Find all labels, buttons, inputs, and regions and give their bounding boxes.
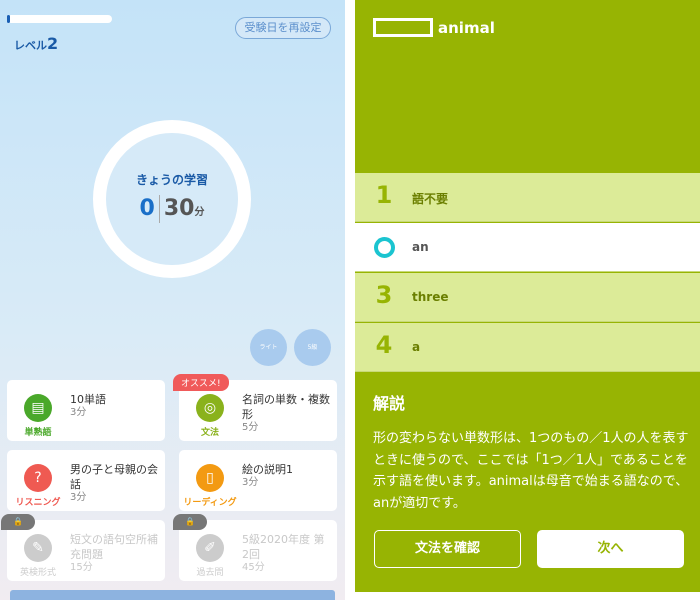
option-number: 4 xyxy=(375,331,393,359)
card-title: 男の子と母親の会話 xyxy=(70,463,158,491)
card-title: 絵の説明1 xyxy=(242,463,293,476)
book-icon: ▯ xyxy=(196,464,224,492)
study-card[interactable]: ▯ リーディング 絵の説明1 3分 xyxy=(179,450,337,511)
answer-blank xyxy=(373,18,433,37)
recommended-badge: オススメ! xyxy=(173,374,229,391)
divider xyxy=(158,195,160,223)
level-text: レベル xyxy=(14,39,47,52)
study-card[interactable]: オススメ! ◎ 文法 名詞の単数・複数形 5分 xyxy=(173,374,337,441)
card-title: 名詞の単数・複数形 xyxy=(242,393,330,421)
answer-option[interactable]: an xyxy=(355,223,700,272)
card-category: 文法 xyxy=(200,428,219,438)
level-value: 2 xyxy=(47,34,59,53)
home-screen: レベル2 受験日を再設定 きょうの学習 0 30分 ライト 5級 ▤ 単熟語 10単語… xyxy=(0,0,345,600)
correct-circle-icon xyxy=(374,237,395,258)
card-category: 英検形式 xyxy=(19,568,56,578)
reset-exam-date-button[interactable]: 受験日を再設定 xyxy=(235,17,331,39)
minutes-unit: 分 xyxy=(194,207,205,218)
card-minutes: 15分 xyxy=(70,562,93,573)
progress-fill xyxy=(7,15,11,23)
card-minutes: 45分 xyxy=(242,562,265,573)
next-button[interactable]: 次へ xyxy=(537,530,684,568)
level-label: レベル2 xyxy=(14,34,58,53)
option-text: an xyxy=(412,240,429,254)
option-number: 1 xyxy=(375,181,393,209)
answer-option[interactable]: 3 three xyxy=(355,273,700,322)
card-title: 10単語 xyxy=(70,393,106,406)
ear-icon: ? xyxy=(24,464,52,492)
card-category: 単熟語 xyxy=(24,428,52,438)
card-minutes: 3分 xyxy=(242,477,259,488)
vocab-card-icon: ▤ xyxy=(24,394,52,422)
question: animal xyxy=(373,18,495,37)
today-study-ring: きょうの学習 0 30分 xyxy=(93,120,251,278)
card-category: 過去問 xyxy=(196,568,224,578)
card-minutes: 3分 xyxy=(70,492,87,503)
answer-option[interactable]: 1 語不要 xyxy=(355,173,700,222)
today-study-title: きょうの学習 xyxy=(135,173,208,187)
lock-icon: 🔒 xyxy=(173,514,207,530)
bottom-bar xyxy=(10,590,335,600)
grammar-icon: ◎ xyxy=(196,394,224,422)
card-minutes: 5分 xyxy=(242,422,259,433)
option-number: 3 xyxy=(375,281,393,309)
explanation-text: 形の変わらない単数形は、1つのもの／1人の人を表すときに使うので、ここでは「1つ… xyxy=(373,431,689,511)
pencil-icon: ✎ xyxy=(24,534,52,562)
question-word: animal xyxy=(438,18,495,37)
check-grammar-button[interactable]: 文法を確認 xyxy=(374,530,521,568)
study-card[interactable]: ? リスニング 男の子と母親の会話 3分 xyxy=(7,450,165,511)
study-card[interactable]: 🔒 ✎ 英検形式 短文の語句空所補充問題 15分 xyxy=(1,514,165,581)
option-text: a xyxy=(412,340,421,354)
option-text: three xyxy=(412,290,449,304)
lock-icon: 🔒 xyxy=(1,514,35,530)
card-title: 短文の語句空所補充問題 xyxy=(70,533,158,561)
card-category: リスニング xyxy=(15,498,61,508)
done-minutes: 0 xyxy=(139,196,155,221)
grade-button[interactable]: 5級 xyxy=(294,329,331,366)
study-card[interactable]: 🔒 ✐ 過去問 5級2020年度 第2回 45分 xyxy=(173,514,337,581)
goal-minutes: 30 xyxy=(163,196,195,221)
exam-sheet-icon: ✐ xyxy=(196,534,224,562)
explanation-title: 解説 xyxy=(373,394,406,413)
option-text: 語不要 xyxy=(412,192,449,206)
card-category: リーディング xyxy=(183,498,237,508)
light-mode-button[interactable]: ライト xyxy=(250,329,287,366)
quiz-screen: animal 1 語不要 an 3 three 4 a 解説 形の変わらない単数形は、1つの… xyxy=(355,0,700,592)
card-title: 5級2020年度 第2回 xyxy=(242,533,325,561)
study-card[interactable]: ▤ 単熟語 10単語 3分 xyxy=(7,380,165,441)
card-minutes: 3分 xyxy=(70,407,87,418)
answer-option[interactable]: 4a xyxy=(355,323,700,372)
level-progress-bar xyxy=(7,15,112,23)
